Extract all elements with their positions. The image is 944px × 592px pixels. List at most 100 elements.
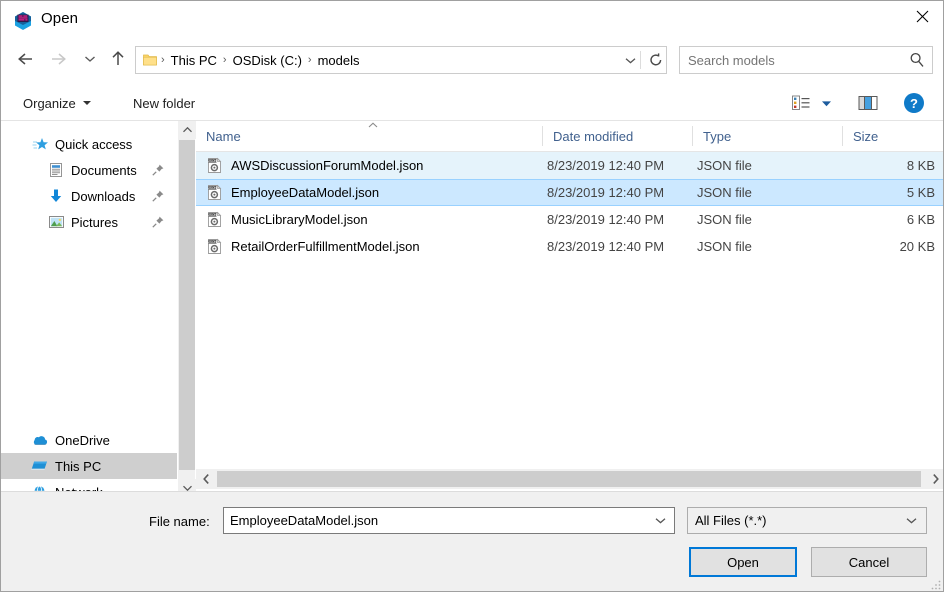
refresh-button[interactable] [644, 46, 668, 74]
file-name-label: RetailOrderFulfillmentModel.json [231, 239, 420, 254]
resize-grip[interactable] [930, 579, 942, 591]
sidebar-item-label: Quick access [55, 137, 132, 152]
sidebar-item-label: Pictures [71, 215, 118, 230]
file-size-cell: 8 KB [847, 158, 935, 173]
scrollbar-thumb[interactable] [179, 140, 195, 470]
pin-icon[interactable] [151, 215, 165, 229]
scroll-left-button[interactable] [196, 469, 216, 489]
recent-locations-button[interactable] [77, 46, 103, 72]
file-name-label: File name: [149, 514, 210, 529]
chevron-down-icon [820, 99, 833, 108]
file-rows: JSON AWSDiscussionForumModel.json 8/23/2… [196, 152, 944, 260]
dialog-footer: File name: All Files (*.*) Open Cancel [1, 491, 944, 592]
column-header-label: Type [693, 129, 731, 144]
scroll-right-button[interactable] [925, 469, 944, 489]
file-name-label: AWSDiscussionForumModel.json [231, 158, 423, 173]
command-bar: Organize New folder [1, 85, 944, 121]
breadcrumb: › This PC › OSDisk (C:) › models [160, 51, 365, 70]
column-header-date-modified[interactable]: Date modified [543, 121, 692, 151]
column-headers: Name Date modified Type Size [196, 121, 944, 152]
sidebar-item-documents[interactable]: Documents [1, 157, 177, 183]
json-file-icon: JSON [206, 184, 223, 201]
preview-pane-icon [857, 94, 879, 112]
chevron-down-icon [902, 508, 920, 533]
file-list-horizontal-scrollbar[interactable] [196, 469, 944, 489]
file-name-input[interactable] [230, 513, 640, 528]
address-dropdown-button[interactable] [620, 47, 640, 73]
sidebar-item-this-pc[interactable]: This PC [1, 453, 177, 479]
change-view-button[interactable] [789, 90, 813, 116]
file-name-label: MusicLibraryModel.json [231, 212, 368, 227]
sidebar-spacer [1, 235, 177, 427]
help-icon: ? [903, 92, 925, 114]
search-icon[interactable] [908, 51, 926, 69]
organize-button[interactable]: Organize [19, 91, 95, 115]
file-date-cell: 8/23/2019 12:40 PM [547, 212, 664, 227]
address-divider [640, 51, 641, 69]
svg-text:JSON: JSON [208, 240, 217, 244]
pin-icon[interactable] [151, 163, 165, 177]
cancel-button-label: Cancel [849, 555, 889, 570]
breadcrumb-item-osdisk[interactable]: OSDisk (C:) [228, 51, 307, 70]
file-type-cell: JSON file [697, 185, 752, 200]
search-box[interactable] [679, 46, 933, 74]
help-button[interactable]: ? [901, 90, 927, 116]
view-options-dropdown[interactable] [817, 90, 835, 116]
address-bar[interactable]: › This PC › OSDisk (C:) › models [135, 46, 667, 74]
column-header-name[interactable]: Name [196, 121, 542, 151]
chevron-down-icon [654, 516, 667, 525]
table-row[interactable]: JSON AWSDiscussionForumModel.json 8/23/2… [196, 152, 944, 179]
sidebar-item-downloads[interactable]: Downloads [1, 183, 177, 209]
column-header-size[interactable]: Size [843, 121, 944, 151]
file-date-cell: 8/23/2019 12:40 PM [547, 185, 664, 200]
json-file-icon: JSON [206, 157, 223, 174]
search-input[interactable] [688, 53, 888, 68]
preview-pane-button[interactable] [855, 90, 881, 116]
column-header-label: Size [843, 129, 878, 144]
new-folder-button[interactable]: New folder [129, 91, 199, 115]
onedrive-cloud-icon [31, 431, 49, 449]
file-type-dropdown[interactable]: All Files (*.*) [687, 507, 927, 534]
chevron-right-icon [931, 473, 940, 485]
breadcrumb-item-models[interactable]: models [313, 51, 365, 70]
pin-icon[interactable] [151, 189, 165, 203]
navigation-pane: Quick access Documents [1, 121, 177, 497]
file-name-cell: JSON EmployeeDataModel.json [196, 184, 379, 201]
close-button[interactable] [899, 1, 944, 31]
sidebar-item-label: Downloads [71, 189, 135, 204]
up-button[interactable] [105, 46, 131, 72]
table-row[interactable]: JSON MusicLibraryModel.json 8/23/2019 12… [196, 206, 944, 233]
column-header-type[interactable]: Type [693, 121, 842, 151]
file-size-cell: 20 KB [847, 239, 935, 254]
scroll-up-button[interactable] [178, 121, 196, 139]
file-date-cell: 8/23/2019 12:40 PM [547, 158, 664, 173]
this-pc-icon [31, 457, 49, 475]
file-list: Name Date modified Type Size [196, 121, 944, 497]
new-folder-label: New folder [133, 96, 195, 111]
arrow-up-icon [110, 50, 126, 68]
file-name-cell: JSON MusicLibraryModel.json [196, 211, 368, 228]
column-header-label: Date modified [543, 129, 633, 144]
file-name-combobox[interactable] [223, 507, 675, 534]
sidebar-item-quick-access[interactable]: Quick access [1, 131, 177, 157]
breadcrumb-item-this-pc[interactable]: This PC [166, 51, 222, 70]
scrollbar-thumb[interactable] [217, 471, 921, 487]
file-size-cell: 5 KB [847, 185, 935, 200]
back-button[interactable] [13, 46, 39, 72]
sidebar-item-pictures[interactable]: Pictures [1, 209, 177, 235]
app-hexagon-icon [13, 11, 33, 31]
table-row[interactable]: JSON RetailOrderFulfillmentModel.json 8/… [196, 233, 944, 260]
open-file-dialog: Open [0, 0, 944, 592]
cancel-button[interactable]: Cancel [811, 547, 927, 577]
open-button[interactable]: Open [689, 547, 797, 577]
chevron-up-icon [182, 126, 193, 134]
svg-text:JSON: JSON [208, 213, 217, 217]
table-row[interactable]: JSON EmployeeDataModel.json 8/23/2019 12… [196, 179, 944, 206]
file-type-cell: JSON file [697, 239, 752, 254]
pictures-icon [47, 213, 65, 231]
sidebar-item-label: OneDrive [55, 433, 110, 448]
navigation-pane-scrollbar[interactable] [177, 121, 195, 497]
file-name-dropdown-button[interactable] [651, 508, 669, 533]
forward-button[interactable] [45, 46, 71, 72]
sidebar-item-onedrive[interactable]: OneDrive [1, 427, 177, 453]
